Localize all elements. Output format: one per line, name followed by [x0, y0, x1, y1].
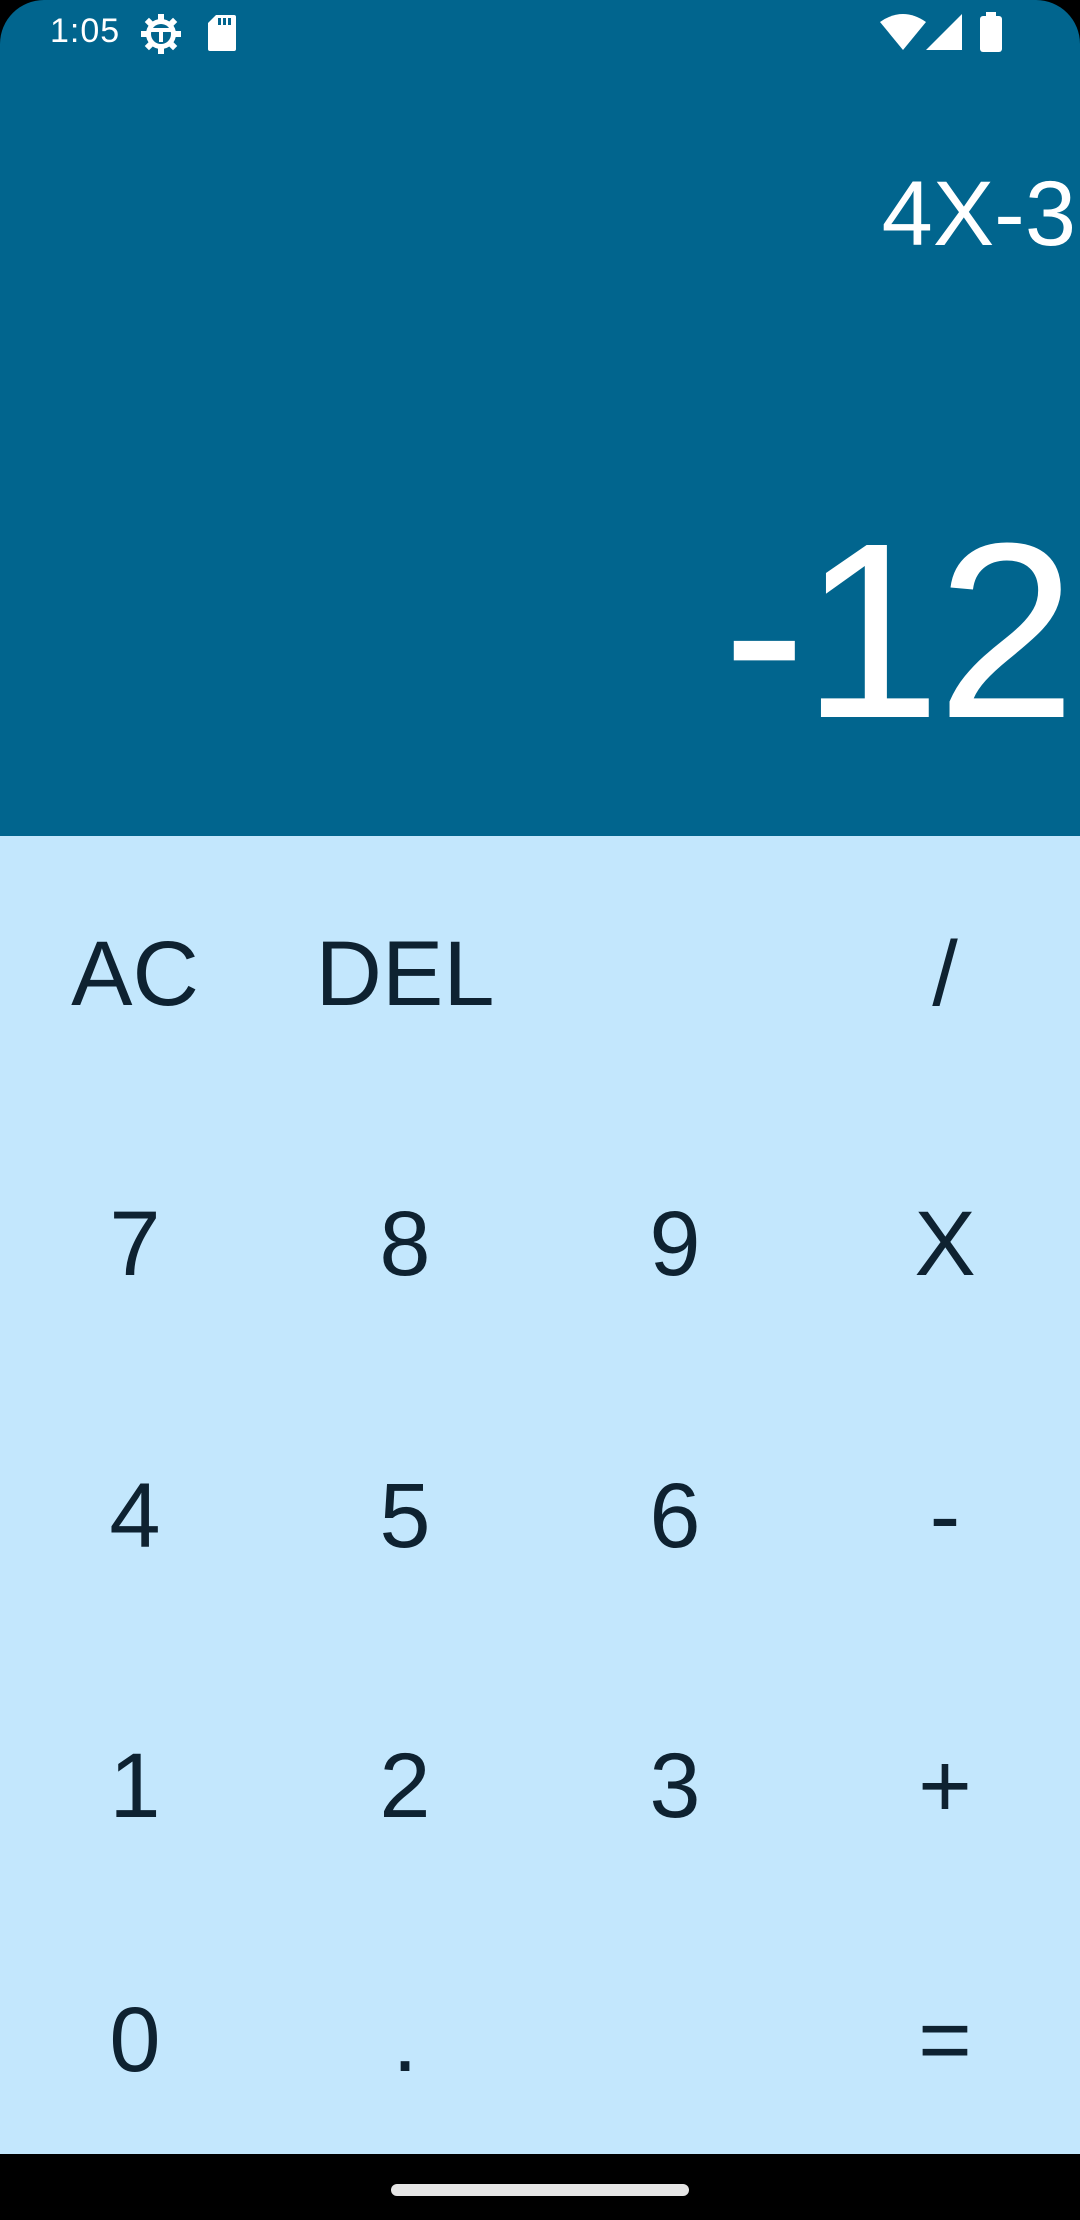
subtract-button[interactable]: - — [810, 1406, 1080, 1626]
divide-button[interactable]: / — [810, 864, 1080, 1084]
calculator-display: 1:05 4X-3 -12 — [0, 0, 1080, 836]
home-gesture-handle[interactable] — [391, 2184, 689, 2196]
status-bar: 1:05 — [0, 0, 1080, 66]
phone-screen: 1:05 4X-3 -12 AC DEL / 7 8 9 X 4 5 6 - 1… — [0, 0, 1080, 2220]
navigation-bar — [0, 2154, 1080, 2220]
sd-card-icon — [208, 15, 236, 56]
empty-slot — [540, 864, 810, 1084]
all-clear-button[interactable]: AC — [0, 864, 270, 1084]
status-clock: 1:05 — [50, 12, 121, 50]
digit-3-button[interactable]: 3 — [540, 1676, 810, 1896]
digit-0-button[interactable]: 0 — [0, 1930, 270, 2150]
expression-text: 4X-3 — [881, 163, 1076, 265]
wifi-icon — [880, 14, 926, 55]
digit-4-button[interactable]: 4 — [0, 1406, 270, 1626]
digit-6-button[interactable]: 6 — [540, 1406, 810, 1626]
empty-slot — [540, 1930, 810, 2150]
digit-2-button[interactable]: 2 — [270, 1676, 540, 1896]
multiply-button[interactable]: X — [810, 1134, 1080, 1354]
equals-button[interactable]: = — [810, 1930, 1080, 2150]
decimal-point-button[interactable]: . — [270, 1930, 540, 2150]
digit-1-button[interactable]: 1 — [0, 1676, 270, 1896]
digit-9-button[interactable]: 9 — [540, 1134, 810, 1354]
delete-button[interactable]: DEL — [270, 864, 540, 1084]
cell-signal-icon — [926, 14, 962, 55]
digit-8-button[interactable]: 8 — [270, 1134, 540, 1354]
result-text: -12 — [722, 491, 1076, 770]
add-button[interactable]: + — [810, 1676, 1080, 1896]
settings-gear-icon — [140, 13, 182, 60]
digit-7-button[interactable]: 7 — [0, 1134, 270, 1354]
digit-5-button[interactable]: 5 — [270, 1406, 540, 1626]
keypad: AC DEL / 7 8 9 X 4 5 6- 1 2 3 +0. = — [0, 836, 1080, 2154]
battery-icon — [980, 12, 1002, 57]
